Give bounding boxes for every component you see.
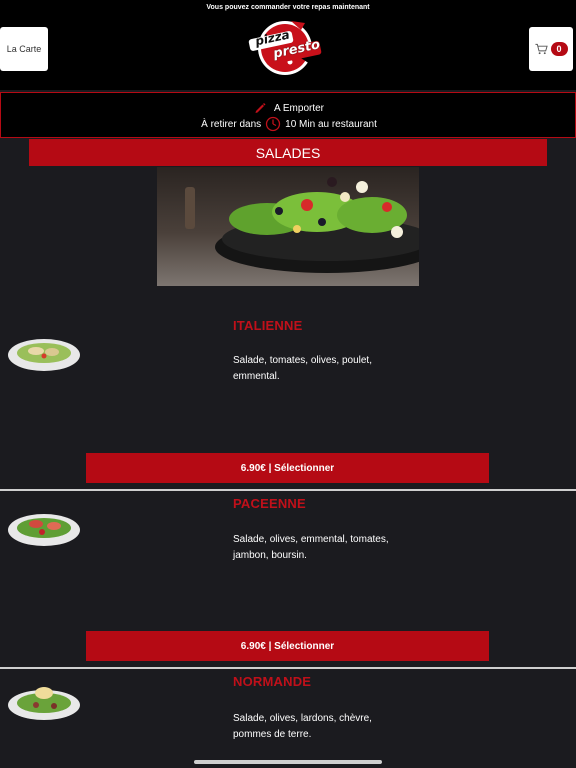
pickup-suffix: 10 Min au restaurant [285, 118, 377, 130]
product-description: Salade, olives, lardons, chèvre, pommes … [233, 713, 372, 740]
pickup-time-row: À retirer dans 10 Min au restaurant [1, 116, 576, 132]
select-product-button[interactable]: 6.90€ | Sélectionner [86, 453, 489, 483]
header-tagline: Vous pouvez commander votre repas mainte… [206, 4, 370, 11]
pencil-icon [254, 102, 266, 114]
category-title: SALADES [29, 139, 547, 166]
cart-button[interactable]: 0 [529, 27, 573, 71]
menu-button[interactable]: La Carte [0, 27, 48, 71]
product-thumbnail [6, 508, 84, 550]
product-description: Salade, olives, emmental, tomates, jambo… [233, 534, 389, 561]
product-thumbnail [6, 333, 84, 375]
timer-icon [265, 116, 281, 132]
pickup-prefix: À retirer dans [201, 118, 262, 130]
order-mode-row: A Emporter [1, 102, 576, 114]
product-card-paceenne[interactable]: PACEENNE Salade, olives, emmental, tomat… [0, 491, 576, 669]
shopping-cart-icon [534, 43, 548, 55]
order-mode-label: A Emporter [273, 102, 325, 114]
home-indicator[interactable] [194, 760, 382, 764]
select-product-button[interactable]: 6.90€ | Sélectionner [86, 631, 489, 661]
top-header: Vous pouvez commander votre repas mainte… [0, 0, 576, 90]
category-image [157, 167, 419, 286]
product-card-italienne[interactable]: ITALIENNE Salade, tomates, olives, poule… [0, 300, 576, 483]
product-description: Salade, tomates, olives, poulet, emmenta… [233, 355, 372, 382]
cart-count-badge: 0 [550, 42, 568, 56]
order-mode-bar[interactable]: A Emporter À retirer dans 10 Min au rest… [0, 92, 576, 138]
salad-bowl-image [157, 167, 419, 286]
product-thumbnail [6, 681, 84, 723]
product-name: PACEENNE [233, 496, 306, 511]
logo[interactable]: pizza presto [245, 18, 329, 76]
product-name: NORMANDE [233, 674, 312, 689]
product-name: ITALIENNE [233, 318, 303, 333]
product-card-normande[interactable]: NORMANDE Salade, olives, lardons, chèvre… [0, 669, 576, 768]
